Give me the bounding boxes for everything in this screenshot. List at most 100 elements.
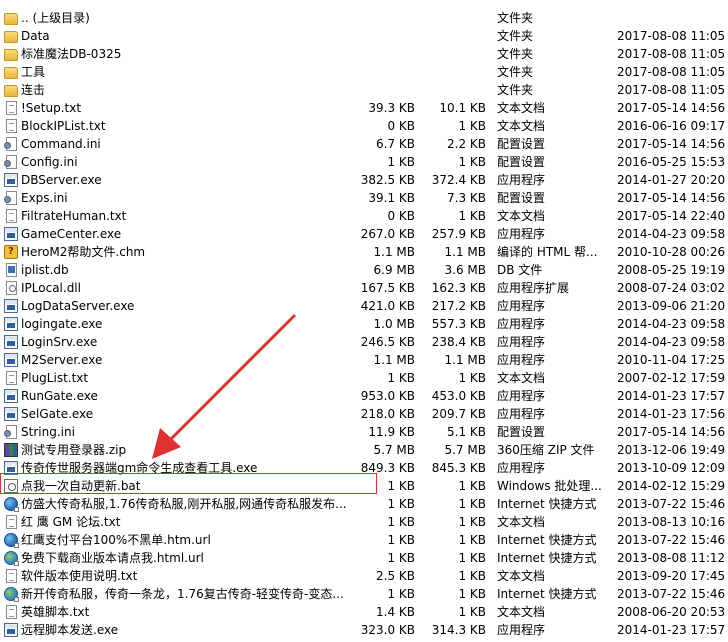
file-date: 2014-01-23 17:57 bbox=[617, 389, 726, 403]
file-name: 红鹰支付平台100%不黑单.htm.url bbox=[21, 533, 211, 547]
file-row[interactable]: Exps.ini 39.1 KB 7.3 KB 配置设置 2017-05-14 14:5… bbox=[0, 189, 728, 207]
file-size: 267.0 KB bbox=[360, 227, 415, 241]
application-icon bbox=[4, 461, 18, 475]
text-file-icon bbox=[6, 371, 17, 385]
zip-archive-icon bbox=[4, 443, 18, 457]
file-name: 传奇传世服务器端gm命令生成查看工具.exe bbox=[21, 461, 258, 475]
file-size: 1.0 MB bbox=[373, 317, 415, 331]
file-row[interactable]: FiltrateHuman.txt 0 KB 1 KB 文本文档 2017-05-14 … bbox=[0, 207, 728, 225]
file-packed-size: 845.3 KB bbox=[431, 461, 486, 475]
file-size: 2.5 KB bbox=[376, 569, 415, 583]
file-date: 2017-05-14 14:56 bbox=[617, 101, 726, 115]
file-packed-size: 162.3 KB bbox=[431, 281, 486, 295]
file-name: LogDataServer.exe bbox=[21, 299, 135, 313]
file-row[interactable]: Data 文件夹 2017-08-08 11:05 bbox=[0, 27, 728, 45]
file-date: 2010-10-28 00:26 bbox=[617, 245, 726, 259]
file-row[interactable]: !Setup.txt 39.3 KB 10.1 KB 文本文档 2017-05-14 1… bbox=[0, 99, 728, 117]
config-file-icon bbox=[4, 425, 17, 439]
file-row[interactable]: PlugList.txt 1 KB 1 KB 文本文档 2007-02-12 17:59 bbox=[0, 369, 728, 387]
text-file-icon bbox=[6, 119, 17, 133]
file-row[interactable]: 测试专用登录器.zip 5.7 MB 5.7 MB 360压缩 ZIP 文件 2013-… bbox=[0, 441, 728, 459]
internet-shortcut-icon bbox=[4, 533, 19, 548]
file-type: 应用程序 bbox=[497, 227, 546, 241]
file-row[interactable]: 工具 文件夹 2017-08-08 11:05 bbox=[0, 63, 728, 81]
file-size: 167.5 KB bbox=[360, 281, 415, 295]
file-row[interactable]: 连击 文件夹 2017-08-08 11:05 bbox=[0, 81, 728, 99]
file-row[interactable]: 英雄脚本.txt 1.4 KB 1 KB 文本文档 2008-06-20 20:53 bbox=[0, 603, 728, 621]
file-row[interactable]: 远程脚本发送.exe 323.0 KB 314.3 KB 应用程序 2014-01-23… bbox=[0, 621, 728, 639]
file-row[interactable]: DBServer.exe 382.5 KB 372.4 KB 应用程序 2014-01-… bbox=[0, 171, 728, 189]
file-type: DB 文件 bbox=[497, 263, 543, 277]
file-name: 新开传奇私服，传奇一条龙，1.76复古传奇-轻变传奇-变态... bbox=[21, 587, 344, 601]
file-row[interactable]: 红 鹰 GM 论坛.txt 1 KB 1 KB 文本文档 2013-08-13 10:1… bbox=[0, 513, 728, 531]
file-row[interactable]: 标准魔法DB-0325 文件夹 2017-08-08 11:05 bbox=[0, 45, 728, 63]
file-type: 文件夹 bbox=[497, 83, 534, 97]
file-row[interactable]: LogDataServer.exe 421.0 KB 217.2 KB 应用程序 201… bbox=[0, 297, 728, 315]
file-row[interactable]: 点我一次自动更新.bat 1 KB 1 KB Windows 批处理... 2014-0… bbox=[0, 477, 728, 495]
file-packed-size: 557.3 KB bbox=[431, 317, 486, 331]
folder-icon bbox=[4, 31, 18, 43]
file-row[interactable]: BlockIPList.txt 0 KB 1 KB 文本文档 2016-06-16 09… bbox=[0, 117, 728, 135]
file-type: 文本文档 bbox=[497, 119, 546, 133]
file-row[interactable]: 软件版本使用说明.txt 2.5 KB 1 KB 文本文档 2013-09-20 17:… bbox=[0, 567, 728, 585]
folder-icon bbox=[4, 13, 18, 25]
file-row[interactable]: IPLocal.dll 167.5 KB 162.3 KB 应用程序扩展 2008-07… bbox=[0, 279, 728, 297]
file-name: PlugList.txt bbox=[21, 371, 89, 385]
database-file-icon bbox=[6, 263, 17, 277]
file-row[interactable]: SelGate.exe 218.0 KB 209.7 KB 应用程序 2014-01-2… bbox=[0, 405, 728, 423]
file-row[interactable]: RunGate.exe 953.0 KB 453.0 KB 应用程序 2014-01-2… bbox=[0, 387, 728, 405]
file-row[interactable]: 免费下载商业版本请点我.html.url 1 KB 1 KB Internet 快捷方… bbox=[0, 549, 728, 567]
file-date: 2013-09-20 17:45 bbox=[617, 569, 726, 583]
file-size: 0 KB bbox=[387, 209, 415, 223]
file-date: 2017-05-14 22:40 bbox=[617, 209, 726, 223]
file-row[interactable]: M2Server.exe 1.1 MB 1.1 MB 应用程序 2010-11-04 1… bbox=[0, 351, 728, 369]
file-row[interactable]: String.ini 11.9 KB 5.1 KB 配置设置 2017-05-14 14… bbox=[0, 423, 728, 441]
file-size: 218.0 KB bbox=[360, 407, 415, 421]
file-size: 421.0 KB bbox=[360, 299, 415, 313]
file-type: Internet 快捷方式 bbox=[497, 533, 597, 547]
file-size: 1 KB bbox=[387, 587, 415, 601]
file-type: 文本文档 bbox=[497, 515, 546, 529]
file-type: 应用程序 bbox=[497, 407, 546, 421]
file-row[interactable]: LoginSrv.exe 246.5 KB 238.4 KB 应用程序 2014-04-… bbox=[0, 333, 728, 351]
file-type: 360压缩 ZIP 文件 bbox=[497, 443, 595, 457]
folder-icon bbox=[4, 85, 18, 97]
help-file-icon bbox=[4, 243, 18, 261]
file-type: 应用程序 bbox=[497, 317, 546, 331]
file-packed-size: 1 KB bbox=[458, 533, 486, 547]
file-row[interactable]: GameCenter.exe 267.0 KB 257.9 KB 应用程序 2014-0… bbox=[0, 225, 728, 243]
file-list: .. (上级目录) 文件夹 Data 文件夹 2017-08-08 11:05 标准魔法D… bbox=[0, 9, 728, 639]
file-row[interactable]: 新开传奇私服，传奇一条龙，1.76复古传奇-轻变传奇-变态... 1 KB 1 KB… bbox=[0, 585, 728, 603]
file-row[interactable]: Config.ini 1 KB 1 KB 配置设置 2016-05-25 15:53 bbox=[0, 153, 728, 171]
file-row[interactable]: logingate.exe 1.0 MB 557.3 KB 应用程序 2014-04-2… bbox=[0, 315, 728, 333]
file-size: 1 KB bbox=[387, 551, 415, 565]
folder-icon bbox=[4, 67, 18, 79]
text-file-icon bbox=[6, 515, 17, 529]
file-row[interactable]: Command.ini 6.7 KB 2.2 KB 配置设置 2017-05-14 14… bbox=[0, 135, 728, 153]
file-type: 文本文档 bbox=[497, 209, 546, 223]
file-size: 849.3 KB bbox=[360, 461, 415, 475]
file-date: 2014-02-12 15:29 bbox=[617, 479, 726, 493]
file-name: 远程脚本发送.exe bbox=[21, 623, 119, 637]
file-name: 免费下载商业版本请点我.html.url bbox=[21, 551, 204, 565]
file-type: 应用程序 bbox=[497, 173, 546, 187]
file-packed-size: 5.7 MB bbox=[444, 443, 486, 457]
file-row[interactable]: .. (上级目录) 文件夹 bbox=[0, 9, 728, 27]
file-name: 工具 bbox=[21, 65, 46, 79]
file-date: 2017-08-08 11:05 bbox=[617, 83, 726, 97]
file-type: 应用程序 bbox=[497, 299, 546, 313]
file-packed-size: 1 KB bbox=[458, 569, 486, 583]
file-name: RunGate.exe bbox=[21, 389, 98, 403]
dll-file-icon bbox=[6, 281, 17, 295]
file-row[interactable]: HeroM2帮助文件.chm 1.1 MB 1.1 MB 编译的 HTML 帮... 2… bbox=[0, 243, 728, 261]
internet-shortcut-icon bbox=[4, 497, 19, 512]
file-row[interactable]: 传奇传世服务器端gm命令生成查看工具.exe 849.3 KB 845.3 KB 应用… bbox=[0, 459, 728, 477]
file-size: 1.4 KB bbox=[376, 605, 415, 619]
file-name: BlockIPList.txt bbox=[21, 119, 106, 133]
file-row[interactable]: 红鹰支付平台100%不黑单.htm.url 1 KB 1 KB Internet 快捷… bbox=[0, 531, 728, 549]
config-file-icon bbox=[4, 155, 17, 169]
file-type: 配置设置 bbox=[497, 425, 546, 439]
file-row[interactable]: 仿盛大传奇私服,1.76传奇私服,刚开私服,网通传奇私服发布... 1 KB 1 K… bbox=[0, 495, 728, 513]
file-row[interactable]: iplist.db 6.9 MB 3.6 MB DB 文件 2008-05-25 19:… bbox=[0, 261, 728, 279]
file-type: Internet 快捷方式 bbox=[497, 551, 597, 565]
